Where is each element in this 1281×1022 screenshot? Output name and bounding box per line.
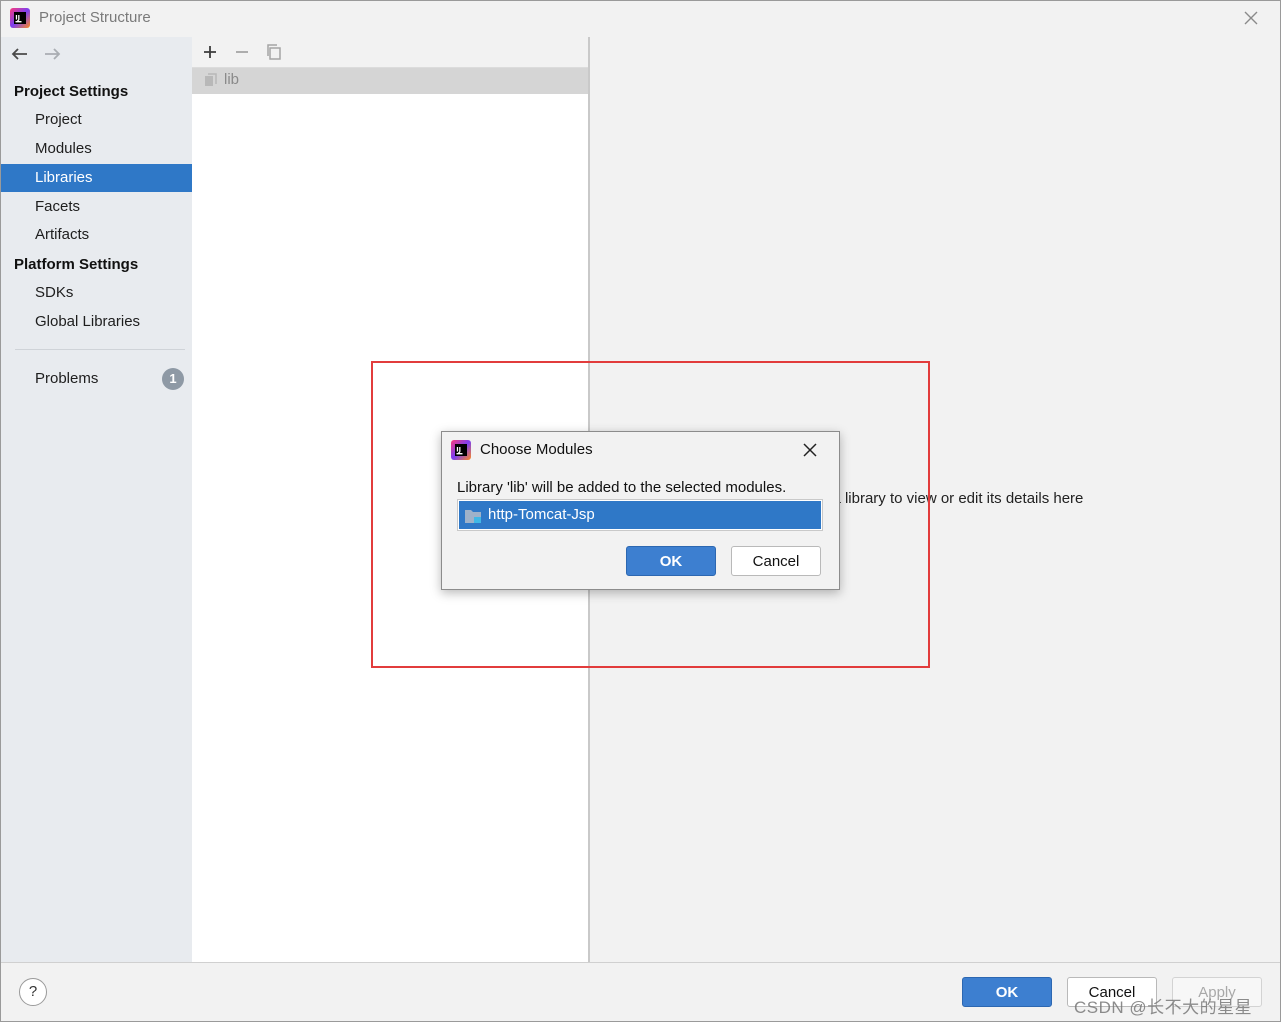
help-button[interactable]: ?	[19, 978, 47, 1006]
ok-button[interactable]: OK	[962, 977, 1052, 1007]
sidebar-item-facets[interactable]: Facets	[1, 193, 192, 221]
title-bar: IJ Project Structure	[0, 0, 1281, 37]
sidebar-item-global-libraries[interactable]: Global Libraries	[1, 308, 192, 336]
dialog-ok-button[interactable]: OK	[626, 546, 716, 576]
sidebar-item-label: Facets	[35, 198, 81, 215]
library-row[interactable]: lib	[192, 68, 588, 94]
minus-icon[interactable]	[231, 41, 253, 63]
close-icon[interactable]	[800, 440, 820, 460]
sidebar-item-modules[interactable]: Modules	[1, 135, 192, 163]
sidebar-item-libraries[interactable]: Libraries	[1, 164, 192, 192]
library-icon	[205, 73, 217, 86]
module-row[interactable]: http-Tomcat-Jsp	[459, 501, 821, 529]
copy-icon[interactable]	[263, 41, 285, 63]
module-folder-icon	[465, 510, 481, 523]
sidebar-item-label: SDKs	[35, 284, 74, 301]
library-name: lib	[224, 71, 240, 88]
svg-text:IJ: IJ	[456, 446, 461, 454]
section-header-platform-settings: Platform Settings	[14, 256, 139, 273]
sidebar: Project Settings Project Modules Librari…	[1, 37, 192, 962]
sidebar-item-label: Libraries	[35, 169, 93, 186]
section-header-project-settings: Project Settings	[14, 83, 129, 100]
dialog-title: Choose Modules	[480, 441, 593, 458]
choose-modules-dialog: IJ Choose Modules Library 'lib' will be …	[441, 431, 840, 590]
intellij-logo-icon: IJ	[10, 8, 30, 28]
svg-text:IJ: IJ	[15, 14, 20, 22]
library-toolbar	[192, 37, 588, 68]
sidebar-item-label: Project	[35, 111, 82, 128]
sidebar-item-sdks[interactable]: SDKs	[1, 279, 192, 307]
sidebar-item-label: Global Libraries	[35, 313, 141, 330]
arrow-left-icon[interactable]	[9, 43, 31, 65]
sidebar-item-label: Problems	[35, 370, 99, 387]
intellij-logo-icon: IJ	[451, 440, 471, 460]
sidebar-divider	[15, 349, 185, 350]
plus-icon[interactable]	[199, 41, 221, 63]
sidebar-item-artifacts[interactable]: Artifacts	[1, 221, 192, 249]
sidebar-item-label: Modules	[35, 140, 92, 157]
bottom-bar: ? OK Cancel Apply CSDN @长不大的星星	[1, 962, 1280, 1022]
module-name: http-Tomcat-Jsp	[488, 506, 595, 523]
window-title: Project Structure	[39, 9, 151, 26]
dialog-message: Library 'lib' will be added to the selec…	[457, 479, 787, 496]
module-list: http-Tomcat-Jsp	[457, 499, 823, 531]
sidebar-item-project[interactable]: Project	[1, 106, 192, 134]
problems-count-badge: 1	[162, 368, 184, 390]
sidebar-item-label: Artifacts	[35, 226, 90, 243]
close-icon[interactable]	[1240, 7, 1262, 29]
arrow-right-icon[interactable]	[41, 43, 63, 65]
watermark: CSDN @长不大的星星	[1074, 998, 1253, 1017]
dialog-cancel-button[interactable]: Cancel	[731, 546, 821, 576]
